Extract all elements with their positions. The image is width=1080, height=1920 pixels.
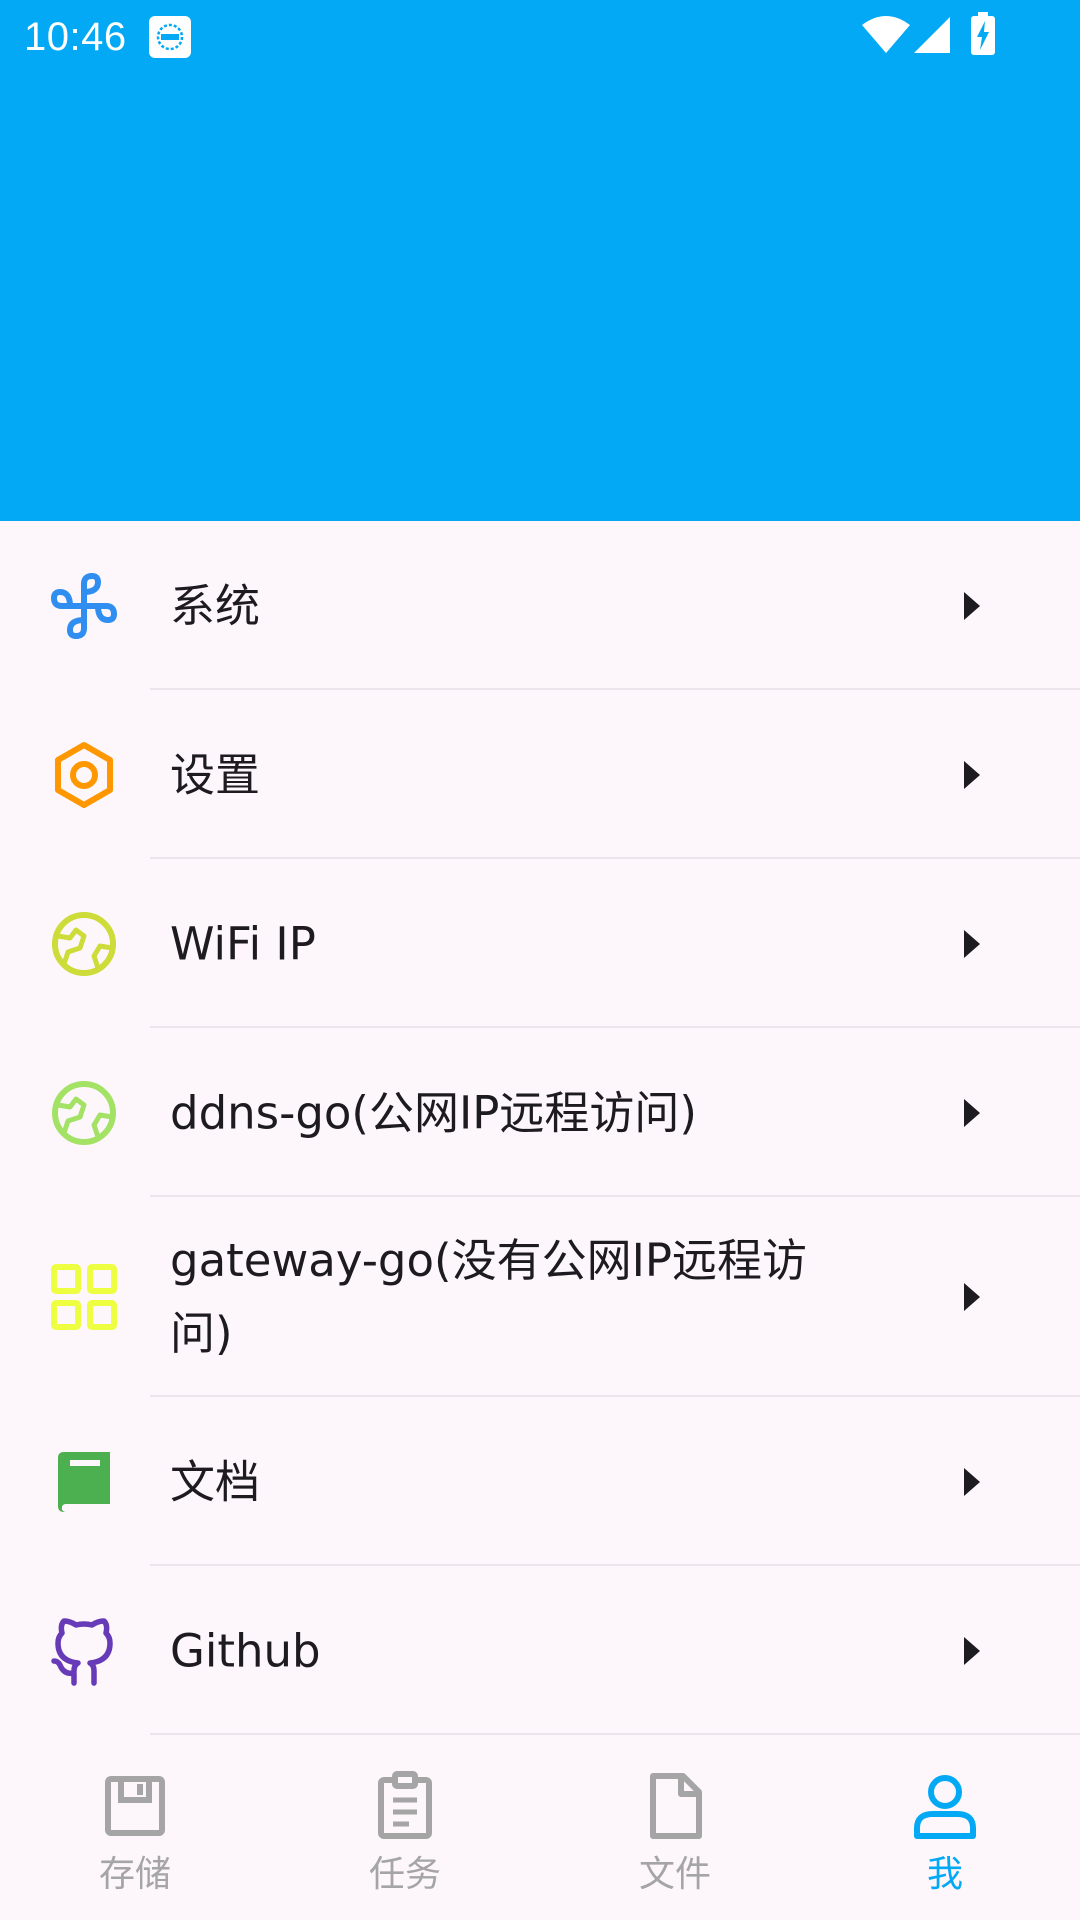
menu-item-wifi-ip[interactable]: WiFi IP	[0, 859, 1080, 1028]
grid-icon	[51, 1264, 117, 1330]
chevron-right-icon	[964, 760, 980, 789]
nav-tab-files[interactable]: 文件	[540, 1742, 810, 1920]
chevron-right-icon	[964, 1098, 980, 1127]
globe-icon	[52, 1080, 116, 1145]
nav-tab-me[interactable]: 我	[810, 1742, 1080, 1920]
screen: 10:46 系统 设置 WiFi IP ddns-go(公网IP远程访问) ga…	[0, 0, 1080, 1920]
nav-tab-tasks[interactable]: 任务	[270, 1742, 540, 1920]
menu-item-label: WiFi IP	[170, 917, 316, 970]
menu-item-docs[interactable]: 文档	[0, 1397, 1080, 1566]
system-plus-icon	[51, 572, 117, 639]
nav-tab-storage[interactable]: 存储	[0, 1742, 270, 1920]
globe-icon	[52, 911, 116, 976]
menu-item-label: 系统	[170, 579, 261, 632]
settings-hex-icon	[55, 741, 113, 808]
wifi-icon	[862, 16, 910, 53]
status-time: 10:46	[24, 15, 127, 59]
file-icon	[650, 1773, 702, 1839]
clipboard-icon	[378, 1771, 432, 1839]
status-bar: 10:46	[0, 0, 1080, 74]
chevron-right-icon	[964, 1467, 980, 1496]
nav-label: 我	[926, 1854, 963, 1895]
menu-item-settings[interactable]: 设置	[0, 690, 1080, 859]
bottom-navigation: 存储 任务 文件 我	[0, 1742, 1080, 1920]
menu-item-label: gateway-go(没有公网IP远程访问)	[170, 1234, 807, 1360]
menu-item-ddns-go[interactable]: ddns-go(公网IP远程访问)	[0, 1028, 1080, 1197]
menu-item-label: ddns-go(公网IP远程访问)	[170, 1086, 697, 1139]
chevron-right-icon	[964, 1283, 980, 1311]
github-icon	[51, 1617, 113, 1686]
person-icon	[914, 1775, 976, 1839]
menu-list: 系统 设置 WiFi IP ddns-go(公网IP远程访问) gateway-…	[0, 521, 1080, 1735]
chevron-right-icon	[964, 1636, 980, 1665]
menu-item-label: 文档	[170, 1455, 261, 1508]
menu-item-label: 设置	[170, 748, 261, 801]
cell-signal-icon	[914, 17, 950, 53]
menu-item-system[interactable]: 系统	[0, 521, 1080, 690]
menu-item-label: Github	[170, 1624, 321, 1677]
nav-label: 任务	[368, 1854, 441, 1895]
storage-icon	[105, 1776, 165, 1836]
chevron-right-icon	[964, 929, 980, 958]
book-icon	[58, 1451, 110, 1512]
nav-label: 文件	[638, 1854, 711, 1895]
divider	[150, 1733, 1080, 1735]
notification-app-icon	[149, 16, 191, 58]
chevron-right-icon	[964, 591, 980, 620]
menu-item-gateway-go[interactable]: gateway-go(没有公网IP远程访问)	[0, 1197, 1080, 1397]
menu-item-github[interactable]: Github	[0, 1566, 1080, 1735]
header-banner: 10:46	[0, 0, 1080, 521]
nav-label: 存储	[98, 1854, 171, 1895]
battery-charging-icon	[971, 12, 995, 55]
